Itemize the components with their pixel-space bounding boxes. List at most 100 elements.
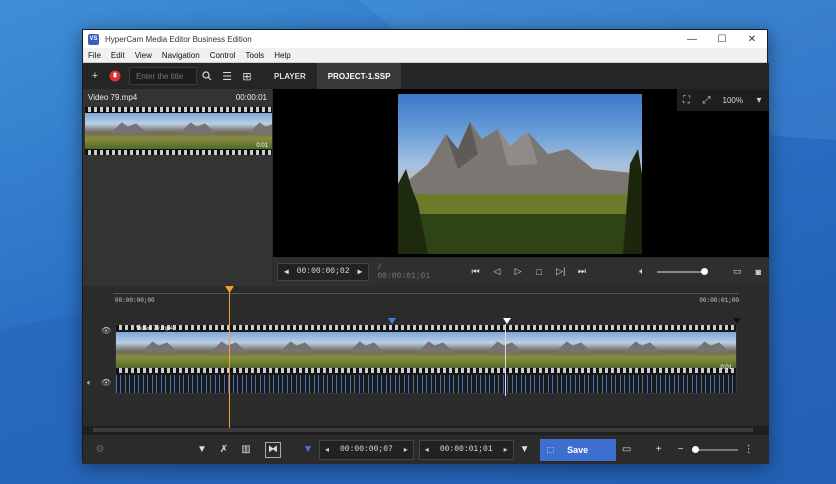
split-icon[interactable]: ▥ bbox=[235, 440, 257, 460]
clip-frame bbox=[116, 332, 185, 368]
timeline-ruler[interactable]: 00:00:00;00 00:00:01;00 bbox=[113, 293, 739, 309]
open-folder-icon[interactable]: ▭ bbox=[616, 440, 638, 460]
preview-frame-image bbox=[398, 94, 642, 254]
title-bar: VS HyperCam Media Editor Business Editio… bbox=[83, 30, 767, 48]
menu-help[interactable]: Help bbox=[269, 51, 295, 60]
menu-bar: File Edit View Navigation Control Tools … bbox=[83, 48, 767, 63]
marker-in-icon[interactable]: ▼ bbox=[297, 440, 319, 460]
timeline-zoom-slider[interactable] bbox=[691, 445, 738, 453]
prev-frame-icon[interactable]: ◁ bbox=[486, 262, 507, 282]
zoom-out-icon[interactable]: − bbox=[670, 440, 692, 460]
clip-frames bbox=[116, 332, 736, 368]
app-window: VS HyperCam Media Editor Business Editio… bbox=[82, 29, 769, 464]
media-item-header[interactable]: Video 79.mp4 00:00:01 bbox=[83, 89, 272, 105]
maximize-button[interactable]: ☐ bbox=[707, 30, 737, 48]
search-icon[interactable] bbox=[197, 66, 217, 86]
tab-project[interactable]: PROJECT-1.SSP bbox=[316, 63, 402, 89]
menu-navigation[interactable]: Navigation bbox=[157, 51, 205, 60]
transport-bar: ◀ 00:00:00;02 ▶ / 00:00:01;01 ⏮ ◁ ▷ □ ▷|… bbox=[273, 257, 769, 286]
timeline-scrollbar-thumb[interactable] bbox=[93, 428, 753, 432]
timeline-scrollbar[interactable] bbox=[83, 426, 769, 434]
marker-line bbox=[505, 324, 506, 396]
track-visibility-icon[interactable]: 👁︎ bbox=[101, 326, 111, 335]
step-forward-icon[interactable]: ▶ bbox=[358, 267, 363, 277]
next-frame-icon[interactable]: ▷| bbox=[550, 262, 571, 282]
save-button-label: Save bbox=[567, 444, 589, 455]
folder-icon[interactable]: ▭ bbox=[726, 262, 747, 282]
clear-filter-icon[interactable]: ✗ bbox=[213, 440, 235, 460]
menu-edit[interactable]: Edit bbox=[106, 51, 130, 60]
clip-frame bbox=[323, 332, 392, 368]
minimize-button[interactable]: — bbox=[677, 30, 707, 48]
menu-control[interactable]: Control bbox=[205, 51, 241, 60]
clip-frame bbox=[185, 332, 254, 368]
total-time: / 00:00:01;01 bbox=[377, 262, 431, 281]
clip-end-label: 0:01 bbox=[720, 365, 732, 371]
skip-end-icon[interactable]: ⏭ bbox=[571, 262, 592, 282]
filter-icon[interactable]: ▼ bbox=[191, 440, 213, 460]
start-time-decrease-icon[interactable]: ◂ bbox=[320, 445, 334, 454]
crop-icon[interactable]: ⛶ bbox=[677, 90, 697, 110]
timeline[interactable]: 00:00:00;00 00:00:01;00 👁︎ 🔈︎ 👁︎ Video 7… bbox=[83, 286, 769, 434]
window-controls: — ☐ ✕ bbox=[677, 30, 767, 48]
preview-zoom-select[interactable]: 100% bbox=[717, 96, 749, 105]
clip-sprocket-bottom bbox=[116, 368, 736, 373]
current-time-field[interactable]: ◀ 00:00:00;02 ▶ bbox=[276, 262, 370, 281]
clip-frame bbox=[668, 332, 736, 368]
thumbnail-frames bbox=[85, 113, 272, 149]
menu-file[interactable]: File bbox=[83, 51, 106, 60]
thumbnail-frame bbox=[154, 113, 223, 149]
volume-slider[interactable] bbox=[656, 267, 709, 275]
end-time-field[interactable]: ◂ 00:00:01;01 ▸ bbox=[418, 439, 514, 460]
audio-waveform[interactable] bbox=[116, 375, 736, 393]
audio-track-icon[interactable]: 🔈︎ bbox=[87, 378, 92, 388]
play-icon[interactable]: ▷ bbox=[507, 262, 528, 282]
snapshot-icon[interactable]: ◙ bbox=[748, 262, 769, 282]
current-time-value: 00:00:00;02 bbox=[296, 267, 350, 276]
volume-slider-knob[interactable] bbox=[701, 267, 709, 275]
grid-view-icon[interactable]: ⊞ bbox=[237, 66, 257, 86]
window-title: HyperCam Media Editor Business Edition bbox=[105, 34, 252, 44]
film-sprocket-bottom bbox=[85, 150, 272, 155]
settings-icon[interactable]: ⚙︎ bbox=[89, 440, 111, 460]
start-time-increase-icon[interactable]: ▸ bbox=[399, 445, 413, 454]
clip-frame bbox=[392, 332, 461, 368]
clip-frame bbox=[530, 332, 599, 368]
ruler-start-label: 00:00:00;00 bbox=[115, 297, 155, 304]
end-time-increase-icon[interactable]: ▸ bbox=[499, 445, 513, 454]
marker-out-icon[interactable]: ▼ bbox=[514, 440, 536, 460]
menu-view[interactable]: View bbox=[130, 51, 157, 60]
trim-icon[interactable]: ⧓ bbox=[265, 441, 281, 458]
clip-sprocket-top bbox=[116, 325, 736, 330]
film-sprocket-top bbox=[85, 107, 272, 112]
media-file-name: Video 79.mp4 bbox=[88, 92, 138, 102]
zoom-in-icon[interactable]: + bbox=[648, 440, 670, 460]
stop-icon[interactable]: □ bbox=[529, 262, 550, 282]
main-toolbar: + ☰ ⊞ PLAYER PROJECT-1.SSP bbox=[83, 63, 769, 89]
close-button[interactable]: ✕ bbox=[737, 30, 767, 48]
media-thumbnail[interactable]: 0:01 bbox=[85, 107, 272, 155]
menu-tools[interactable]: Tools bbox=[241, 51, 270, 60]
video-clip[interactable]: Video 79.mp4 0:01 bbox=[115, 324, 737, 394]
fullscreen-icon[interactable]: ⤢ bbox=[697, 90, 717, 110]
end-time-decrease-icon[interactable]: ◂ bbox=[420, 445, 434, 454]
video-preview[interactable]: ⛶ ⤢ 100% ▾ bbox=[273, 89, 769, 257]
volume-icon[interactable]: 🔈︎ bbox=[631, 262, 652, 282]
tab-player[interactable]: PLAYER bbox=[263, 63, 317, 89]
clip-frame bbox=[254, 332, 323, 368]
playhead[interactable] bbox=[229, 286, 230, 428]
skip-start-icon[interactable]: ⏮ bbox=[465, 262, 486, 282]
search-input[interactable] bbox=[129, 67, 197, 85]
save-button[interactable]: ⬚ Save bbox=[539, 438, 616, 461]
thumbnail-duration: 0:01 bbox=[256, 143, 268, 149]
chevron-down-icon[interactable]: ▾ bbox=[749, 90, 769, 110]
step-back-icon[interactable]: ◀ bbox=[284, 267, 289, 277]
timeline-zoom-knob[interactable] bbox=[691, 445, 699, 453]
more-options-icon[interactable]: ⋮ bbox=[738, 440, 760, 460]
audio-visibility-icon[interactable]: 👁︎ bbox=[101, 378, 111, 387]
record-icon[interactable] bbox=[105, 66, 125, 86]
list-view-icon[interactable]: ☰ bbox=[217, 66, 237, 86]
start-time-field[interactable]: ◂ 00:00:00;07 ▸ bbox=[319, 439, 414, 460]
clip-name: Video 79.mp4 bbox=[136, 326, 173, 332]
add-icon[interactable]: + bbox=[85, 66, 105, 86]
